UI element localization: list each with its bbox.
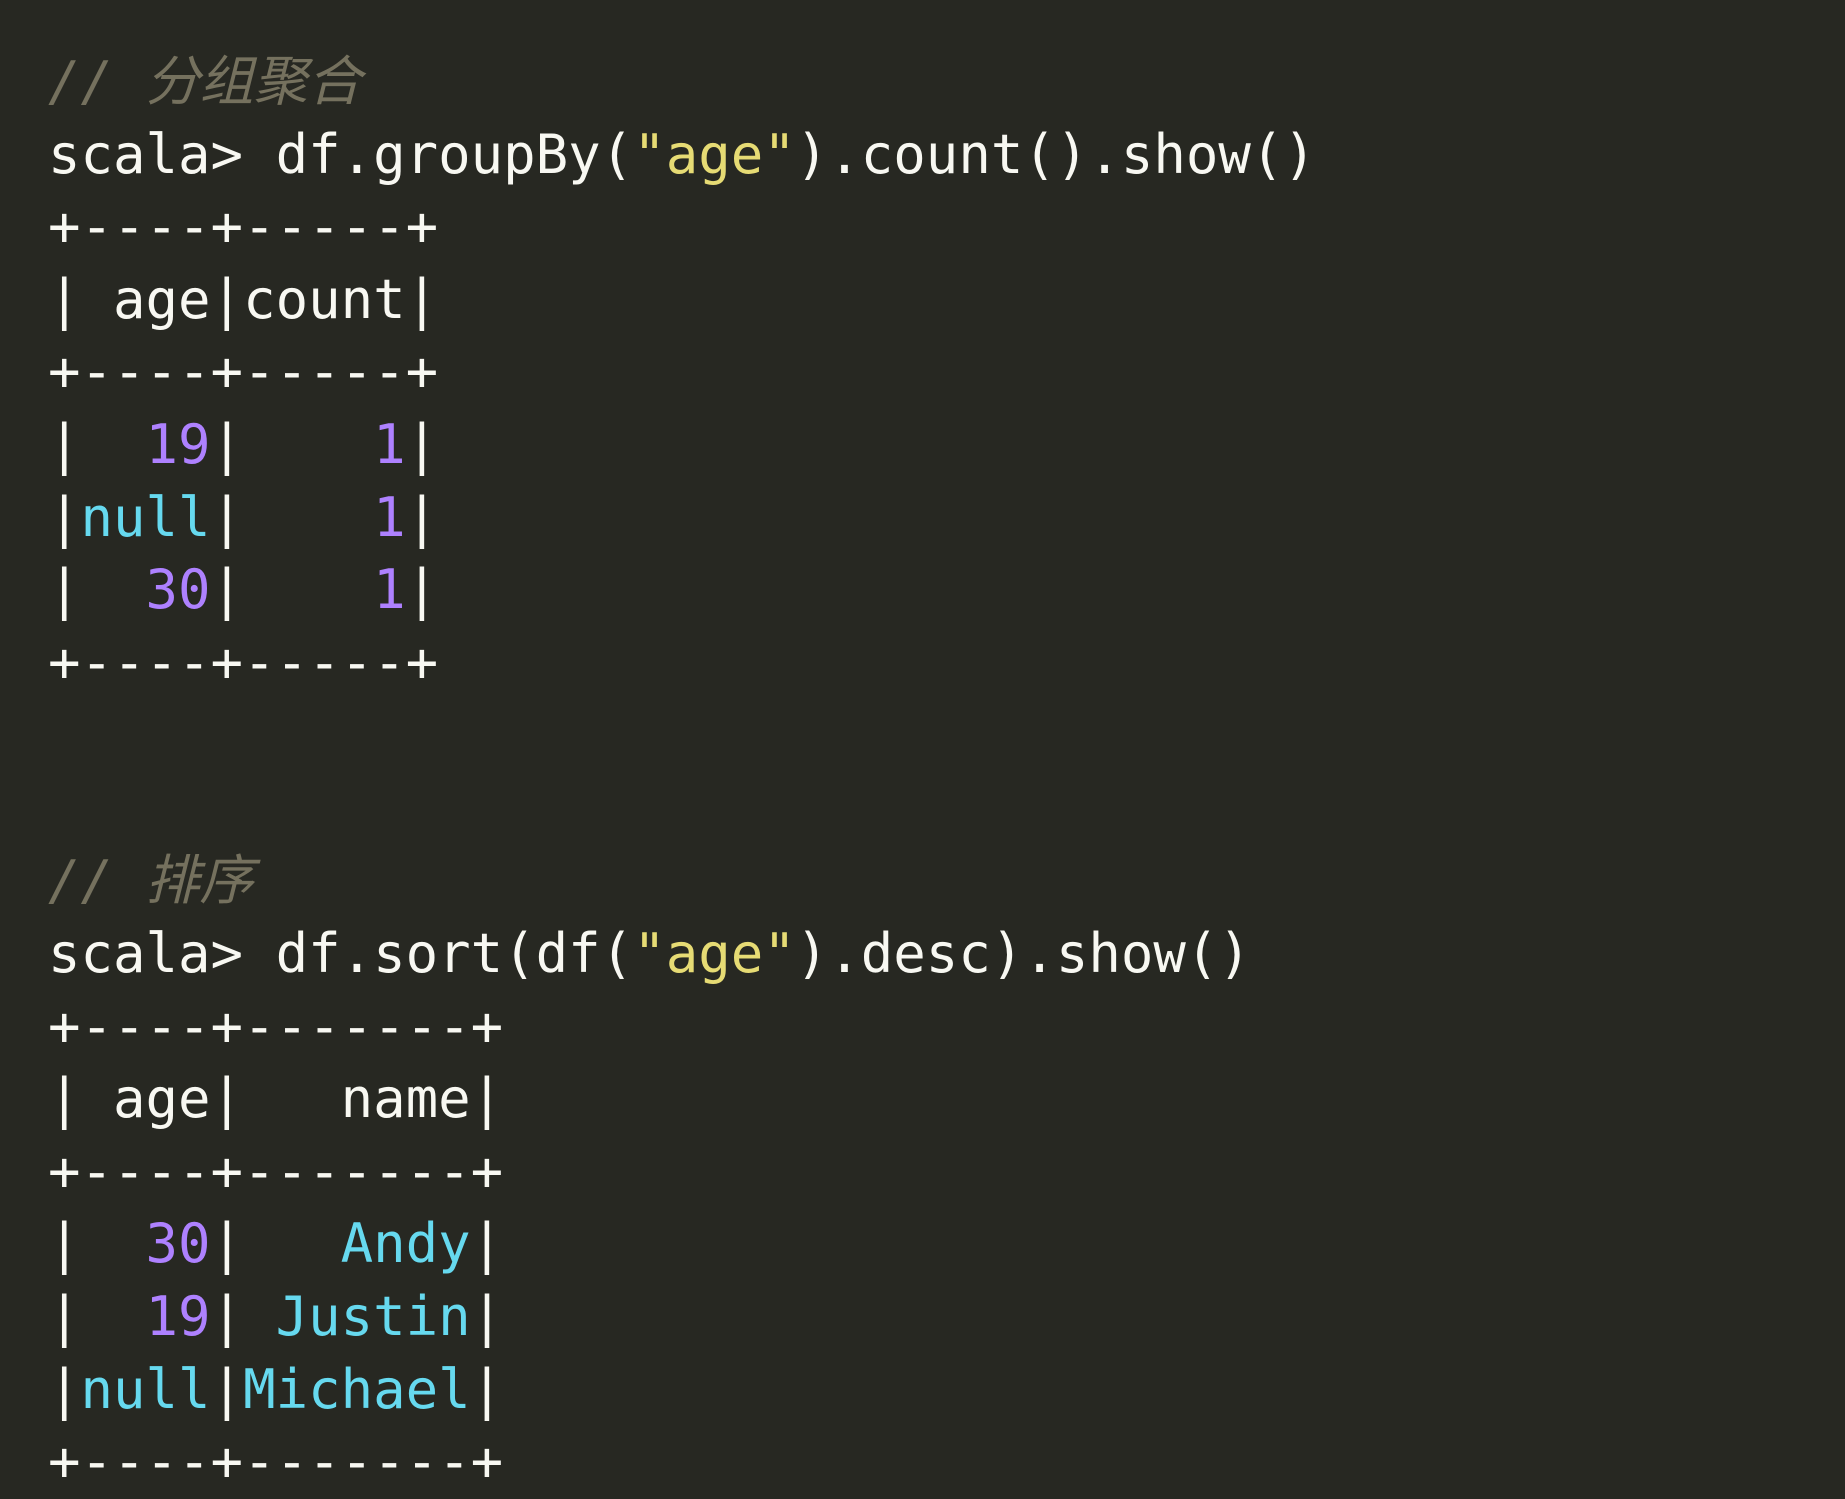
table-row: | 19| Justin| [48,1281,1316,1354]
cell-count: 1 [373,412,406,476]
string-literal: "age" [633,122,796,186]
cell-age: 30 [145,558,211,622]
cell-name: Michael [243,1357,471,1421]
table-row: |null| 1| [48,482,1316,555]
cell-sep: | [470,1212,504,1276]
table-header: | age|count| [48,267,439,331]
scala-prompt: scala> [48,122,276,186]
cell-count: 1 [373,485,406,549]
table-row: |null|Michael| [48,1354,1316,1427]
command-text: df.sort(df( [275,921,634,985]
table-row: | 19| 1| [48,409,1316,482]
cell-sep: | [48,558,146,622]
cell-age: 19 [145,412,211,476]
cell-sep: | [48,1357,81,1421]
editor-background: { "colors": { "background": "#272822", "… [0,0,1845,1493]
cell-sep: | [48,485,81,549]
cell-sep: | [405,412,439,476]
cell-age: null [80,1357,211,1421]
cell-sep: | [470,1284,504,1348]
table-header: | age| name| [48,1067,504,1131]
cell-sep: | [470,1357,504,1421]
scala-command-groupby: scala> df.groupBy("age").count().show() [48,119,1316,192]
cell-sep: | [210,1357,244,1421]
cell-sep: | [48,1212,146,1276]
table-border: +----+-----+ [48,195,439,259]
command-text: df.groupBy( [275,122,634,186]
cell-sep: | [210,1212,341,1276]
table-border: +----+-----+ [48,340,439,404]
cell-sep: | [210,485,374,549]
cell-age: null [80,485,211,549]
cell-sep: | [48,412,146,476]
cell-sep: | [405,485,439,549]
comment-sort: // 排序 [48,849,254,913]
cell-sep: | [48,1284,146,1348]
scala-prompt: scala> [48,921,276,985]
string-literal: "age" [633,921,796,985]
comment-group-aggregate: // 分组聚合 [48,50,362,113]
code-output: // 分组聚合 scala> df.groupBy("age").count()… [48,0,1316,1499]
cell-age: 30 [145,1212,211,1276]
cell-name: Justin [275,1284,471,1348]
cell-sep: | [210,412,374,476]
table-border: +----+-----+ [48,630,439,694]
table-row: | 30| 1| [48,554,1316,627]
cell-sep: | [210,1284,276,1348]
command-text: ).count().show() [795,122,1316,186]
cell-sep: | [405,558,439,622]
cell-sep: | [210,558,374,622]
table-border: +----+-------+ [48,1139,504,1203]
cell-age: 19 [145,1284,211,1348]
scala-command-sort: scala> df.sort(df("age").desc).show() [48,918,1316,991]
cell-name: Andy [340,1212,471,1276]
table-border: +----+-------+ [48,994,504,1058]
cell-count: 1 [373,558,406,622]
command-text: ).desc).show() [795,921,1251,985]
table-border: +----+-------+ [48,1430,504,1494]
table-row: | 30| Andy| [48,1208,1316,1281]
